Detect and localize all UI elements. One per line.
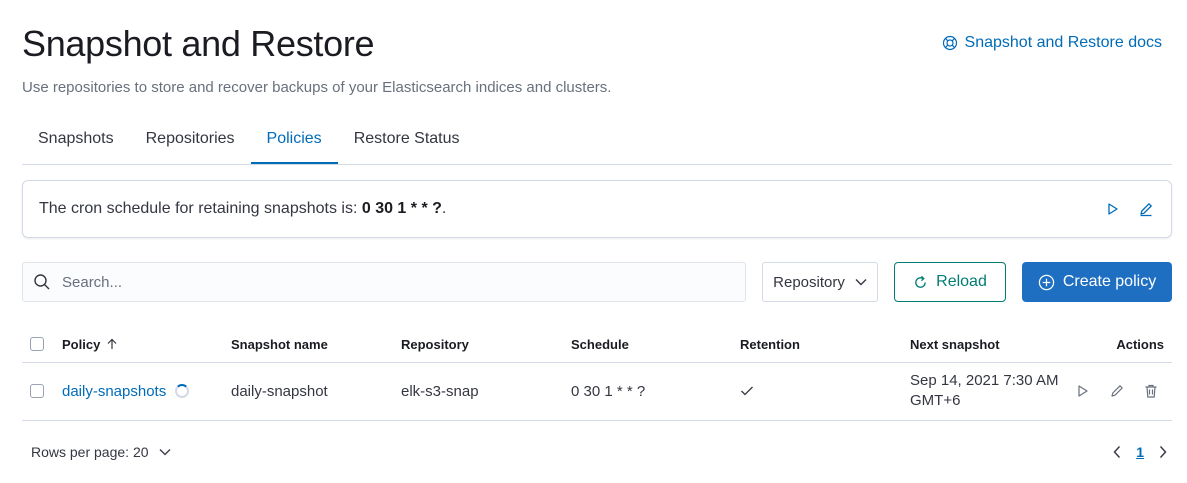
sort-ascending-icon	[107, 338, 117, 349]
callout-actions	[1104, 200, 1155, 218]
pencil-icon	[1140, 203, 1152, 217]
callout-text: The cron schedule for retaining snapshot…	[39, 200, 447, 217]
column-header-policy[interactable]: Policy	[62, 326, 118, 362]
next-snapshot-date: Sep 14, 2021 7:30 AM	[910, 372, 1059, 389]
tab-restore-status[interactable]: Restore Status	[338, 118, 476, 163]
row-actions-cell	[1074, 362, 1160, 420]
docs-link-label: Snapshot and Restore docs	[964, 34, 1162, 51]
tab-policies[interactable]: Policies	[250, 118, 338, 164]
help-icon	[942, 35, 957, 51]
repository-cell: elk-s3-snap	[401, 382, 479, 400]
column-header-snapshot-name[interactable]: Snapshot name	[231, 326, 328, 362]
page-number-button[interactable]: 1	[1136, 444, 1144, 460]
reload-label: Reload	[936, 273, 987, 290]
repository-filter-label: Repository	[773, 273, 845, 291]
policy-name-link[interactable]: daily-snapshots	[62, 383, 166, 400]
rows-per-page-button[interactable]: Rows per page: 20	[31, 444, 171, 460]
callout-schedule: 0 30 1 * * ?	[361, 200, 442, 217]
select-all-cell	[30, 326, 44, 362]
policy-cell: daily-snapshots	[62, 362, 190, 420]
column-header-next-snapshot[interactable]: Next snapshot	[910, 326, 1000, 362]
tab-repositories[interactable]: Repositories	[130, 118, 251, 163]
search-input[interactable]	[60, 272, 714, 292]
next-snapshot-timezone: GMT+6	[910, 392, 961, 409]
page-title: Snapshot and Restore	[22, 23, 375, 64]
next-snapshot-cell: Sep 14, 2021 7:30 AM GMT+6	[910, 362, 1058, 420]
docs-link[interactable]: Snapshot and Restore docs	[942, 33, 1162, 53]
row-select-cell	[30, 362, 44, 420]
column-header-schedule[interactable]: Schedule	[571, 326, 629, 362]
column-header-retention: Retention	[740, 336, 800, 352]
search-icon	[34, 274, 50, 290]
previous-page-icon[interactable]	[1112, 445, 1122, 459]
loading-spinner-icon	[175, 384, 190, 398]
chevron-down-icon	[855, 279, 867, 286]
edit-retention-button[interactable]	[1137, 200, 1155, 218]
table-header: Policy Snapshot name Repository Schedule…	[22, 326, 1172, 363]
page-subtitle: Use repositories to store and recover ba…	[22, 79, 612, 96]
chevron-down-icon	[159, 449, 170, 456]
tab-snapshots[interactable]: Snapshots	[22, 118, 130, 163]
search-box	[22, 262, 746, 302]
refresh-icon	[915, 275, 926, 288]
check-icon	[741, 386, 753, 396]
play-icon	[1078, 385, 1088, 397]
column-header-actions: Actions	[1116, 336, 1164, 352]
reload-button[interactable]: Reload	[894, 262, 1006, 302]
edit-policy-button[interactable]	[1108, 382, 1126, 400]
trash-icon	[1145, 384, 1157, 398]
retention-cell	[740, 362, 754, 420]
play-icon	[1108, 203, 1118, 215]
snapshot-name-cell: daily-snapshot	[231, 382, 328, 400]
repository-filter-button[interactable]: Repository	[762, 262, 878, 302]
pencil-icon	[1111, 385, 1123, 397]
tab-bar: Snapshots Repositories Policies Restore …	[22, 118, 1172, 165]
run-retention-button[interactable]	[1104, 200, 1122, 218]
create-policy-label: Create policy	[1062, 273, 1157, 290]
select-all-checkbox[interactable]	[30, 337, 44, 351]
row-checkbox[interactable]	[30, 384, 44, 398]
schedule-cell: 0 30 1 * * ?	[571, 382, 646, 400]
retention-schedule-callout: The cron schedule for retaining snapshot…	[22, 180, 1172, 238]
rows-per-page-label: Rows per page: 20	[31, 444, 149, 460]
delete-policy-button[interactable]	[1142, 382, 1160, 400]
run-policy-button[interactable]	[1074, 382, 1092, 400]
create-policy-button[interactable]: Create policy	[1022, 262, 1172, 302]
next-page-icon[interactable]	[1158, 445, 1168, 459]
table-row: daily-snapshots daily-snapshot elk-s3-sn…	[22, 362, 1172, 421]
pagination: 1	[1112, 444, 1168, 460]
plus-circle-icon	[1038, 274, 1055, 290]
column-header-repository[interactable]: Repository	[401, 326, 469, 362]
